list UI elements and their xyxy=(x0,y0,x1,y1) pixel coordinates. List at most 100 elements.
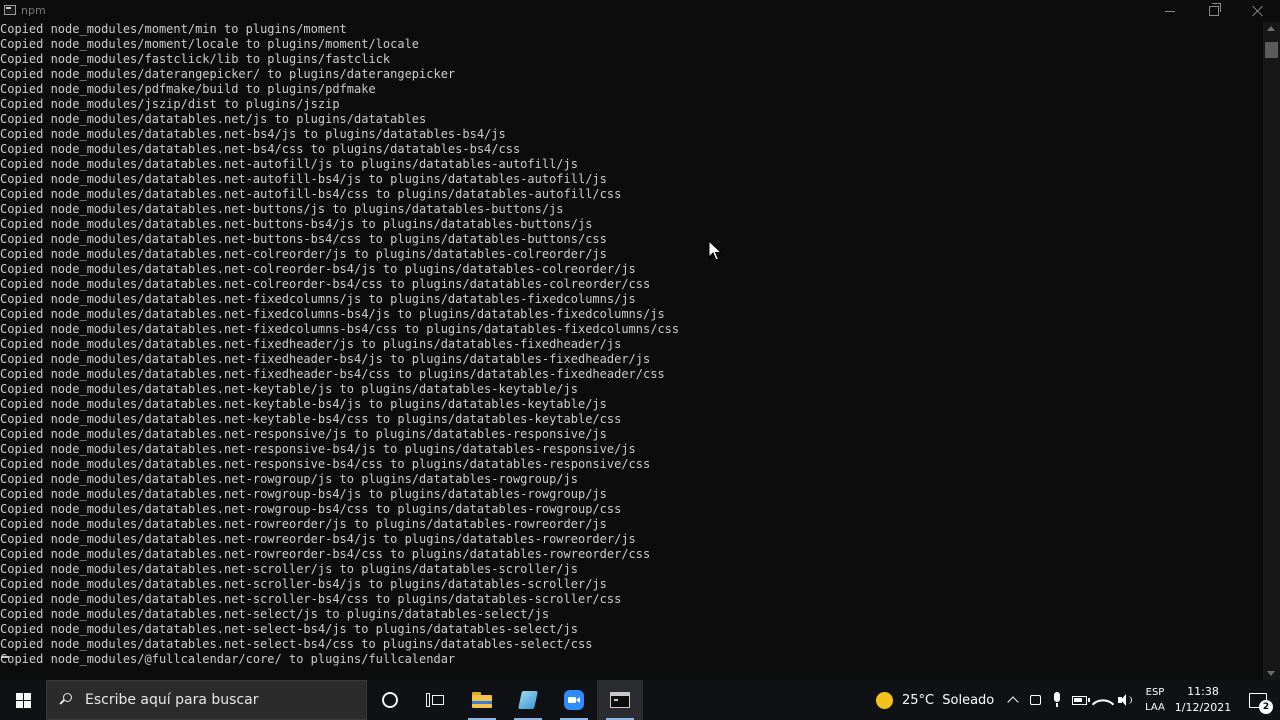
terminal-line: Copied node_modules/datatables.net-rowgr… xyxy=(0,472,578,486)
weather-condition: Soleado xyxy=(942,692,995,708)
terminal-line: Copied node_modules/datatables.net-keyta… xyxy=(0,412,622,426)
close-icon xyxy=(1252,5,1264,17)
terminal-line: Copied node_modules/datatables.net-bs4/c… xyxy=(0,142,521,156)
terminal-line: Copied node_modules/datatables.net-fixed… xyxy=(0,337,622,351)
terminal-output[interactable]: Copied node_modules/moment/min to plugin… xyxy=(0,22,1263,680)
clock-time: 11:38 xyxy=(1187,685,1219,698)
chevron-up-icon xyxy=(1007,696,1019,708)
terminal-line: Copied node_modules/datatables.net-scrol… xyxy=(0,562,578,576)
terminal-line: Copied node_modules/datatables.net-rowre… xyxy=(0,532,636,546)
terminal-line: Copied node_modules/datatables.net-rowre… xyxy=(0,517,607,531)
title-bar[interactable]: npm xyxy=(0,0,1280,22)
minimize-icon xyxy=(1165,10,1175,12)
terminal-line: Copied node_modules/datatables.net-rowre… xyxy=(0,547,651,561)
terminal-line: Copied node_modules/datatables.net-keyta… xyxy=(0,382,578,396)
speaker-icon xyxy=(1118,694,1132,706)
minimize-button[interactable] xyxy=(1148,0,1192,22)
terminal-line: Copied node_modules/datatables.net-selec… xyxy=(0,637,593,651)
terminal-line: Copied node_modules/datatables.net-fixed… xyxy=(0,307,665,321)
taskbar-command-prompt[interactable] xyxy=(597,680,643,720)
taskbar-file-explorer[interactable] xyxy=(459,680,505,720)
input-language[interactable]: ESP LAA xyxy=(1139,680,1171,720)
taskbar-notes[interactable] xyxy=(505,680,551,720)
sun-icon xyxy=(876,691,893,709)
terminal-line: Copied node_modules/datatables.net-rowgr… xyxy=(0,487,607,501)
microphone-button[interactable] xyxy=(1046,680,1068,720)
cortana-icon xyxy=(382,692,398,708)
scroll-down-arrow-icon[interactable] xyxy=(1267,671,1275,676)
show-hidden-icons-button[interactable] xyxy=(1002,680,1024,720)
scroll-thumb[interactable] xyxy=(1265,42,1278,58)
close-button[interactable] xyxy=(1236,0,1280,22)
wifi-icon xyxy=(1091,692,1115,716)
weather-widget[interactable]: 25°C Soleado xyxy=(876,680,994,720)
taskbar-task-view[interactable] xyxy=(412,680,458,720)
scroll-up-arrow-icon[interactable] xyxy=(1267,26,1275,31)
terminal-line: Copied node_modules/datatables.net-butto… xyxy=(0,217,593,231)
volume-button[interactable] xyxy=(1114,680,1136,720)
terminal-line: Copied node_modules/datatables.net-colre… xyxy=(0,262,636,276)
taskbar-zoom[interactable] xyxy=(551,680,597,720)
restore-button[interactable] xyxy=(1192,0,1236,22)
terminal-line: Copied node_modules/datatables.net-respo… xyxy=(0,442,636,456)
text-cursor xyxy=(1,656,9,658)
terminal-line: Copied node_modules/daterangepicker/ to … xyxy=(0,67,456,81)
terminal-line: Copied node_modules/@fullcalendar/core/ … xyxy=(0,652,456,666)
notes-icon xyxy=(518,691,538,709)
action-center-button[interactable]: 2 xyxy=(1236,680,1280,720)
terminal-line: Copied node_modules/pdfmake/build to plu… xyxy=(0,82,376,96)
terminal-line: Copied node_modules/datatables.net-fixed… xyxy=(0,352,651,366)
meet-now-button[interactable] xyxy=(1024,680,1046,720)
terminal-line: Copied node_modules/datatables.net-respo… xyxy=(0,427,607,441)
terminal-line: Copied node_modules/datatables.net-colre… xyxy=(0,247,607,261)
terminal-line: Copied node_modules/datatables.net-autof… xyxy=(0,172,607,186)
search-icon xyxy=(59,692,75,708)
battery-button[interactable] xyxy=(1068,680,1090,720)
battery-icon xyxy=(1071,695,1090,705)
mouse-pointer-icon xyxy=(708,240,722,261)
cmd-app-icon[interactable] xyxy=(4,5,16,15)
terminal-line: Copied node_modules/datatables.net-selec… xyxy=(0,622,578,636)
terminal-line: Copied node_modules/datatables.net-colre… xyxy=(0,277,651,291)
microphone-icon xyxy=(1052,692,1062,708)
start-button[interactable] xyxy=(0,680,46,720)
terminal-line: Copied node_modules/datatables.net-fixed… xyxy=(0,322,680,336)
terminal-line: Copied node_modules/fastclick/lib to plu… xyxy=(0,52,391,66)
terminal-line: Copied node_modules/datatables.net-autof… xyxy=(0,157,578,171)
notification-count-badge: 2 xyxy=(1259,699,1273,714)
terminal-line: Copied node_modules/datatables.net-scrol… xyxy=(0,577,607,591)
terminal-line: Copied node_modules/datatables.net-bs4/j… xyxy=(0,127,506,141)
terminal-line: Copied node_modules/datatables.net-fixed… xyxy=(0,367,665,381)
folder-icon xyxy=(472,692,492,708)
terminal-line: Copied node_modules/moment/locale to plu… xyxy=(0,37,420,51)
terminal-line: Copied node_modules/datatables.net-rowgr… xyxy=(0,502,622,516)
terminal-line: Copied node_modules/datatables.net-scrol… xyxy=(0,592,622,606)
taskbar-search-box[interactable]: Escribe aquí para buscar xyxy=(46,680,367,720)
terminal-line: Copied node_modules/datatables.net-respo… xyxy=(0,457,651,471)
taskbar: Escribe aquí para buscar 25°C Soleado ES… xyxy=(0,680,1280,720)
terminal-line: Copied node_modules/datatables.net-selec… xyxy=(0,607,550,621)
clock-date: 1/12/2021 xyxy=(1174,701,1232,714)
weather-temperature: 25°C xyxy=(902,692,935,708)
zoom-icon xyxy=(564,690,584,710)
terminal-line: Copied node_modules/datatables.net-keyta… xyxy=(0,397,607,411)
task-view-icon xyxy=(426,693,444,707)
window-title: npm xyxy=(21,4,46,17)
terminal-line: Copied node_modules/datatables.net-butto… xyxy=(0,202,564,216)
clock[interactable]: 11:38 1/12/2021 xyxy=(1172,680,1234,720)
language-secondary: LAA xyxy=(1145,702,1165,713)
vertical-scrollbar[interactable] xyxy=(1263,22,1280,680)
network-button[interactable] xyxy=(1091,680,1115,720)
search-placeholder: Escribe aquí para buscar xyxy=(85,692,259,708)
terminal-line: Copied node_modules/moment/min to plugin… xyxy=(0,22,347,36)
language-primary: ESP xyxy=(1145,687,1165,698)
terminal-line: Copied node_modules/datatables.net-butto… xyxy=(0,232,607,246)
terminal-line: Copied node_modules/datatables.net/js to… xyxy=(0,112,427,126)
taskbar-cortana[interactable] xyxy=(367,680,413,720)
notification-icon: 2 xyxy=(1249,692,1273,714)
restore-icon xyxy=(1209,3,1221,16)
terminal-line: Copied node_modules/datatables.net-autof… xyxy=(0,187,622,201)
windows-logo-icon xyxy=(15,692,31,708)
cmd-icon xyxy=(610,692,630,708)
meet-now-icon xyxy=(1029,695,1041,705)
